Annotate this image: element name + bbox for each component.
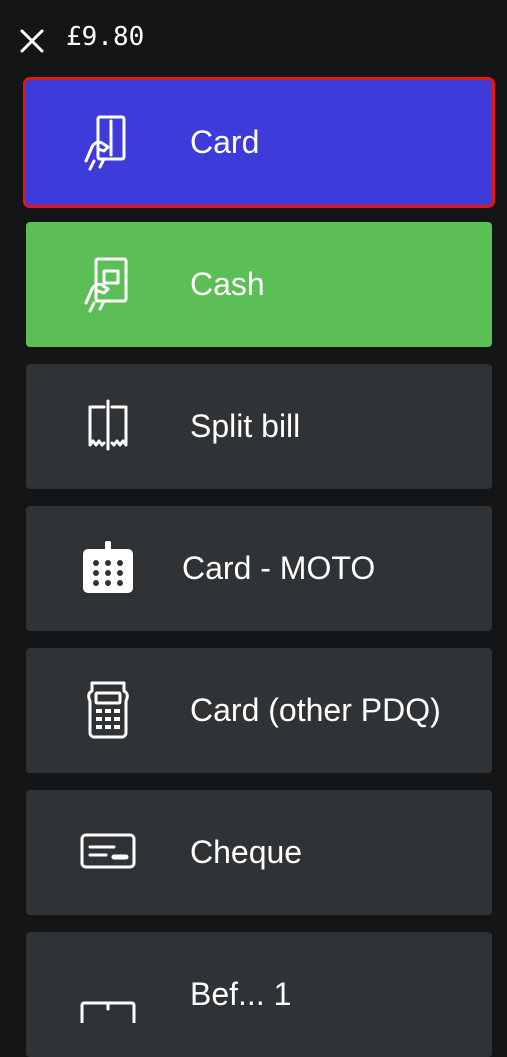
close-icon bbox=[20, 29, 44, 53]
payment-method-split-bill[interactable]: Split bill bbox=[26, 364, 492, 489]
payment-method-card[interactable]: Card bbox=[23, 77, 495, 208]
pdq-terminal-icon bbox=[78, 679, 138, 739]
card-machine-icon bbox=[78, 537, 138, 597]
voucher-icon bbox=[78, 963, 138, 1023]
payment-method-label: Split bill bbox=[190, 408, 301, 444]
payment-method-label: Cash bbox=[190, 266, 265, 302]
payment-method-label: Bef... 1 bbox=[190, 976, 292, 1012]
payment-method-card-moto[interactable]: Card - MOTO bbox=[26, 506, 492, 631]
payment-method-label: Cheque bbox=[190, 834, 303, 870]
payment-method-cash[interactable]: Cash bbox=[26, 222, 492, 347]
payment-method-label: Card bbox=[190, 124, 260, 160]
close-button[interactable] bbox=[19, 28, 45, 54]
cash-in-hand-icon bbox=[78, 253, 138, 313]
split-bill-icon bbox=[78, 395, 138, 455]
payment-method-other-pdq[interactable]: Card (other PDQ) bbox=[26, 648, 492, 773]
cheque-icon bbox=[78, 821, 138, 881]
payment-method-label: Card - MOTO bbox=[182, 550, 376, 586]
order-total: £9.80 bbox=[66, 22, 145, 52]
payment-method-label: Card (other PDQ) bbox=[190, 692, 441, 728]
payment-header: £9.80 bbox=[0, 0, 507, 80]
payment-method-cheque[interactable]: Cheque bbox=[26, 790, 492, 915]
payment-method-voucher[interactable]: Bef... 1 bbox=[26, 932, 492, 1057]
card-in-hand-icon bbox=[78, 111, 138, 171]
